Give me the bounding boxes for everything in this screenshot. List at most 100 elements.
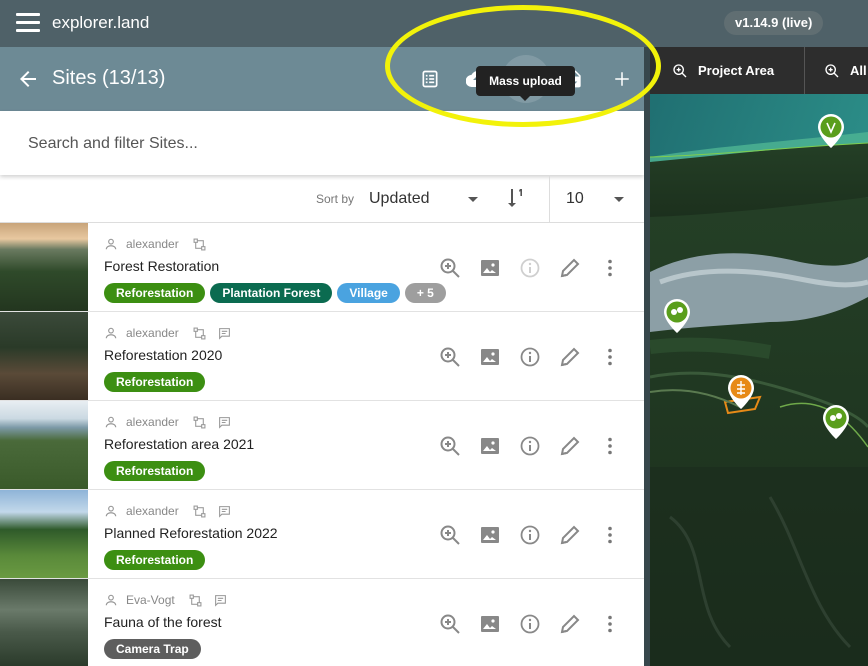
- site-meta: Eva-Vogt: [104, 592, 227, 608]
- site-name[interactable]: Planned Reforestation 2022: [104, 525, 278, 541]
- site-thumbnail[interactable]: [0, 312, 88, 400]
- image-icon[interactable]: [478, 345, 502, 369]
- site-meta: alexander: [104, 236, 206, 252]
- person-icon: [105, 594, 117, 606]
- mass-upload-tooltip: Mass upload: [476, 66, 575, 101]
- site-author: alexander: [126, 237, 179, 251]
- site-author: alexander: [126, 504, 179, 518]
- zoom-in-icon: [673, 63, 687, 77]
- site-meta: alexander: [104, 503, 231, 519]
- page-size-select[interactable]: 10: [566, 190, 584, 208]
- map-pin-icon[interactable]: [664, 299, 690, 333]
- search-bar[interactable]: Search and filter Sites...: [0, 111, 644, 175]
- zoom-in-icon[interactable]: [438, 256, 462, 280]
- shape-icon: [193, 238, 206, 250]
- shape-icon: [189, 594, 202, 606]
- list-item[interactable]: alexander Forest Restoration Reforestation…: [0, 223, 644, 312]
- satellite-map[interactable]: [650, 47, 868, 666]
- pencil-icon[interactable]: [558, 434, 582, 458]
- image-icon[interactable]: [478, 256, 502, 280]
- person-icon: [105, 505, 117, 517]
- zoom-in-icon[interactable]: [438, 523, 462, 547]
- shape-icon: [193, 416, 206, 428]
- info-icon[interactable]: [518, 523, 542, 547]
- sort-caret-icon[interactable]: [468, 197, 478, 202]
- divider: [549, 175, 550, 223]
- sort-select[interactable]: Updated: [369, 190, 430, 208]
- tag-list: Reforestation: [104, 461, 206, 481]
- project-area-label: Project Area: [698, 63, 775, 78]
- sort-bar: Sort by Updated 10: [0, 175, 644, 223]
- tag-chip[interactable]: Reforestation: [104, 550, 206, 570]
- info-icon[interactable]: [518, 612, 542, 636]
- image-icon[interactable]: [478, 523, 502, 547]
- more-vert-icon[interactable]: [598, 612, 622, 636]
- page-size-caret-icon[interactable]: [614, 197, 624, 202]
- pencil-icon[interactable]: [558, 523, 582, 547]
- image-icon[interactable]: [478, 612, 502, 636]
- arrow-left-icon[interactable]: [16, 67, 40, 91]
- list-item[interactable]: alexander Reforestation 2020 Reforestation: [0, 312, 644, 401]
- tag-chip[interactable]: Reforestation: [104, 283, 206, 303]
- checklist-button[interactable]: [406, 55, 454, 103]
- site-name[interactable]: Fauna of the forest: [104, 614, 222, 630]
- divider: [804, 47, 805, 94]
- search-input[interactable]: Search and filter Sites...: [28, 135, 198, 153]
- app-title[interactable]: explorer.land: [52, 13, 149, 33]
- person-icon: [105, 238, 117, 250]
- version-badge: v1.14.9 (live): [724, 11, 824, 35]
- tag-chip[interactable]: + 5: [404, 283, 446, 303]
- list-item[interactable]: alexander Planned Reforestation 2022 Refor…: [0, 490, 644, 579]
- info-icon[interactable]: [518, 434, 542, 458]
- pencil-icon[interactable]: [558, 345, 582, 369]
- shape-icon: [193, 327, 206, 339]
- site-thumbnail[interactable]: [0, 579, 88, 666]
- info-icon[interactable]: [518, 345, 542, 369]
- more-vert-icon[interactable]: [598, 345, 622, 369]
- zoom-in-icon: [825, 63, 839, 77]
- menu-icon[interactable]: [16, 13, 40, 33]
- comment-icon: [218, 505, 230, 518]
- site-thumbnail[interactable]: [0, 223, 88, 311]
- comment-icon: [214, 594, 226, 607]
- site-meta: alexander: [104, 325, 231, 341]
- more-vert-icon[interactable]: [598, 434, 622, 458]
- site-name[interactable]: Reforestation 2020: [104, 347, 222, 363]
- info-icon[interactable]: [518, 256, 542, 280]
- tag-chip[interactable]: Plantation Forest: [210, 283, 333, 303]
- tag-chip[interactable]: Reforestation: [104, 372, 206, 392]
- map-pin-icon[interactable]: [823, 405, 849, 439]
- more-vert-icon[interactable]: [598, 256, 622, 280]
- zoom-all-button[interactable]: All: [824, 47, 867, 94]
- map-toolbar: Project Area All: [650, 47, 868, 94]
- map-pin-icon[interactable]: [728, 375, 754, 409]
- site-thumbnail[interactable]: [0, 401, 88, 489]
- tag-chip[interactable]: Camera Trap: [104, 639, 201, 659]
- zoom-in-icon[interactable]: [438, 345, 462, 369]
- zoom-in-icon[interactable]: [438, 612, 462, 636]
- person-icon: [105, 327, 117, 339]
- site-name[interactable]: Forest Restoration: [104, 258, 219, 274]
- zoom-project-area-button[interactable]: Project Area: [672, 47, 774, 94]
- sort-by-label: Sort by: [316, 192, 355, 206]
- comment-icon: [218, 416, 230, 429]
- site-thumbnail[interactable]: [0, 490, 88, 578]
- site-author: alexander: [126, 326, 179, 340]
- add-site-button[interactable]: [598, 55, 644, 103]
- tag-chip[interactable]: Village: [337, 283, 400, 303]
- tag-chip[interactable]: Reforestation: [104, 461, 206, 481]
- tag-list: Reforestation: [104, 372, 206, 392]
- comment-icon: [218, 327, 230, 340]
- image-icon[interactable]: [478, 434, 502, 458]
- sort-numeric-icon[interactable]: [504, 186, 528, 210]
- more-vert-icon[interactable]: [598, 523, 622, 547]
- map-pin-icon[interactable]: [818, 114, 844, 148]
- list-item[interactable]: alexander Reforestation area 2021 Reforest…: [0, 401, 644, 490]
- site-name[interactable]: Reforestation area 2021: [104, 436, 254, 452]
- checklist-icon: [422, 70, 438, 88]
- page-title: Sites (13/13): [52, 67, 166, 89]
- list-item[interactable]: Eva-Vogt Fauna of the forest Camera Trap: [0, 579, 644, 666]
- pencil-icon[interactable]: [558, 256, 582, 280]
- pencil-icon[interactable]: [558, 612, 582, 636]
- zoom-in-icon[interactable]: [438, 434, 462, 458]
